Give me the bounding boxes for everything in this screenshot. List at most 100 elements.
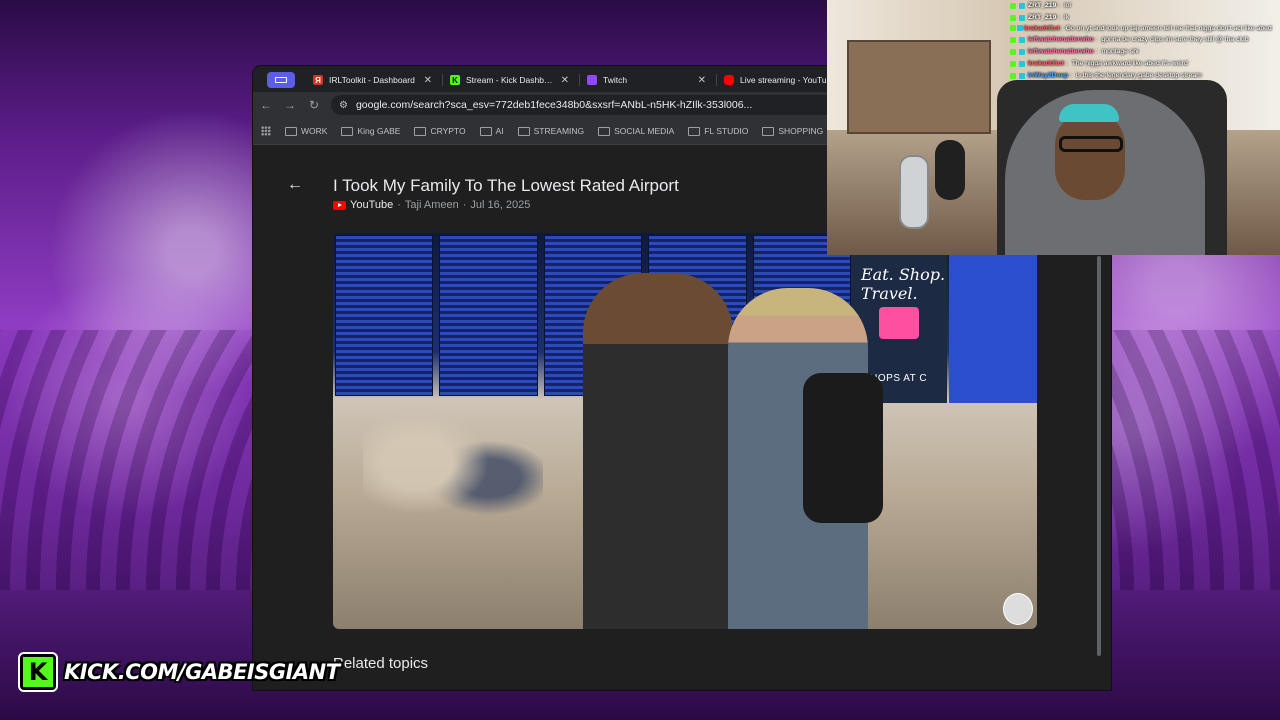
chat-message: leftwatchenatterwho: gonna be crazy clip… <box>1010 34 1280 46</box>
microphone-icon <box>935 140 965 200</box>
chat-user: krakadd1ct <box>1028 60 1064 67</box>
tab-kick-dashboard[interactable]: K Stream - Kick Dashboard ✕ <box>442 68 577 92</box>
chat-message: ZRT_219: lk <box>1010 12 1280 24</box>
meta-separator: · <box>397 199 401 211</box>
bookmark-folder[interactable]: AI <box>479 126 504 136</box>
bookmark-folder[interactable]: FL STUDIO <box>688 126 748 136</box>
glasses <box>1059 136 1123 152</box>
chat-message: krakadd1ct: The nigga awkward like abed … <box>1010 58 1280 70</box>
video-player[interactable]: Eat. Shop. Travel. SHOPS AT C <box>333 233 1037 629</box>
sub-badge-icon <box>1019 15 1025 21</box>
chat-user: leftwatchenatterwho <box>1028 36 1094 43</box>
seated-travelers <box>363 403 543 553</box>
kick-logo-icon: K <box>18 652 58 692</box>
streamer-hair <box>1059 104 1119 122</box>
folder-icon <box>285 126 297 136</box>
bookmark-label: WORK <box>301 126 328 136</box>
sub-badge-icon <box>1019 73 1025 79</box>
bookmark-label: King GABE <box>357 126 401 136</box>
kick-badge-icon <box>1010 25 1016 32</box>
bookmark-folder[interactable]: SHOPPING <box>762 126 823 136</box>
related-topics-heading: Related topics <box>333 655 429 672</box>
walking-person <box>583 273 733 629</box>
sub-badge-icon <box>1019 49 1025 55</box>
meta-separator: · <box>462 199 467 211</box>
youtube-icon <box>724 75 734 85</box>
twitch-icon <box>587 75 597 85</box>
bookmark-label: FL STUDIO <box>704 126 749 136</box>
ad-slogan: Eat. Shop. Travel. <box>861 265 946 303</box>
kick-badge-icon <box>1010 3 1016 9</box>
chat-user: ZRT_219 <box>1028 14 1057 21</box>
folder-icon <box>517 126 530 136</box>
video-meta: YouTube · Taji Ameen · Jul 16, 2025 <box>333 199 530 211</box>
chat-text: lol <box>1064 2 1071 9</box>
bookmark-folder[interactable]: STREAMING <box>517 126 584 136</box>
streamer-face <box>1055 110 1125 200</box>
subscribe-avatar-icon <box>1003 593 1033 625</box>
sub-badge-icon <box>1019 3 1025 9</box>
sub-badge-icon <box>1017 25 1023 32</box>
info-screen <box>949 255 1037 403</box>
chat-message: InWay2Deep: is this the legendary gabe d… <box>1010 70 1280 82</box>
kick-banner: K KICK.COM/GABEISGIANT <box>18 652 340 692</box>
kick-badge-icon <box>1010 61 1016 67</box>
video-date: Jul 16, 2025 <box>470 199 531 211</box>
close-icon[interactable]: ✕ <box>698 75 706 86</box>
site-info-icon[interactable]: ⚙ <box>339 100 348 111</box>
bookmark-label: SHOPPING <box>778 126 824 136</box>
apps-grid-icon[interactable] <box>261 126 271 136</box>
back-icon[interactable]: ← <box>259 98 273 112</box>
bookmark-label: CRYPTO <box>430 126 466 136</box>
irltoolkit-icon: Я <box>313 75 323 85</box>
close-icon[interactable]: ✕ <box>424 75 432 86</box>
chat-text: montage shi <box>1101 48 1139 55</box>
flight-board <box>335 235 434 396</box>
tab-label: Twitch <box>603 75 628 85</box>
chat-message: ZRT_219: lol <box>1010 0 1280 12</box>
reload-icon[interactable]: ↻ <box>307 98 321 112</box>
chat-text: The nigga awkward like abed it's weird <box>1071 60 1188 67</box>
bookmark-folder[interactable]: King GABE <box>341 126 400 136</box>
folder-icon <box>341 126 354 136</box>
chat-user: ZRT_219 <box>1028 2 1057 9</box>
folder-icon <box>688 126 701 136</box>
microphone-icon <box>899 155 929 229</box>
handbag-image <box>879 307 919 339</box>
kick-icon: K <box>450 75 460 85</box>
bookmark-folder[interactable]: SOCIAL MEDIA <box>598 126 674 136</box>
kick-badge-icon <box>1010 15 1016 21</box>
youtube-logo-icon <box>333 200 346 210</box>
flight-board <box>439 235 538 396</box>
chat-overlay: ZRT_219: lol ZRT_219: lk krakadd1ct : Go… <box>1010 0 1280 82</box>
tab-irltoolkit[interactable]: Я IRLToolkit - Dashboard ✕ <box>305 68 440 92</box>
folder-icon <box>762 126 775 136</box>
tab-twitch[interactable]: Twitch ✕ <box>579 68 714 92</box>
folder-icon <box>414 126 427 136</box>
back-arrow-icon[interactable]: ← <box>287 176 303 194</box>
kick-badge-icon <box>1010 37 1016 43</box>
chat-user: leftwatchenatterwho <box>1028 48 1094 55</box>
video-source[interactable]: YouTube <box>350 199 393 211</box>
video-channel: Taji Ameen <box>404 199 459 211</box>
tab-label: Stream - Kick Dashboard <box>466 75 555 85</box>
tab-search-icon[interactable] <box>267 72 295 88</box>
chat-text: gonna be crazy clips im sure they still … <box>1101 36 1249 43</box>
backpack <box>803 373 883 523</box>
close-icon[interactable]: ✕ <box>561 75 569 86</box>
chat-text: is this the legendary gabe desktop strea… <box>1075 72 1202 79</box>
video-title[interactable]: I Took My Family To The Lowest Rated Air… <box>333 176 679 196</box>
chat-message: leftwatchenatterwho: montage shi <box>1010 46 1280 58</box>
forward-icon[interactable]: → <box>283 98 297 112</box>
bookmark-folder[interactable]: WORK <box>285 126 327 136</box>
bookmark-label: AI <box>495 126 504 136</box>
chat-text: Go on yt and look up taji ameen tell me … <box>1065 25 1272 32</box>
kick-badge-icon <box>1010 73 1016 79</box>
scrollbar[interactable] <box>1097 256 1101 656</box>
kick-badge-icon <box>1010 49 1016 55</box>
tab-label: IRLToolkit - Dashboard <box>329 75 415 85</box>
dresser <box>847 40 991 134</box>
chat-message: krakadd1ct : Go on yt and look up taji a… <box>1010 24 1280 34</box>
bookmark-folder[interactable]: CRYPTO <box>414 126 466 136</box>
chat-text: lk <box>1064 14 1070 21</box>
